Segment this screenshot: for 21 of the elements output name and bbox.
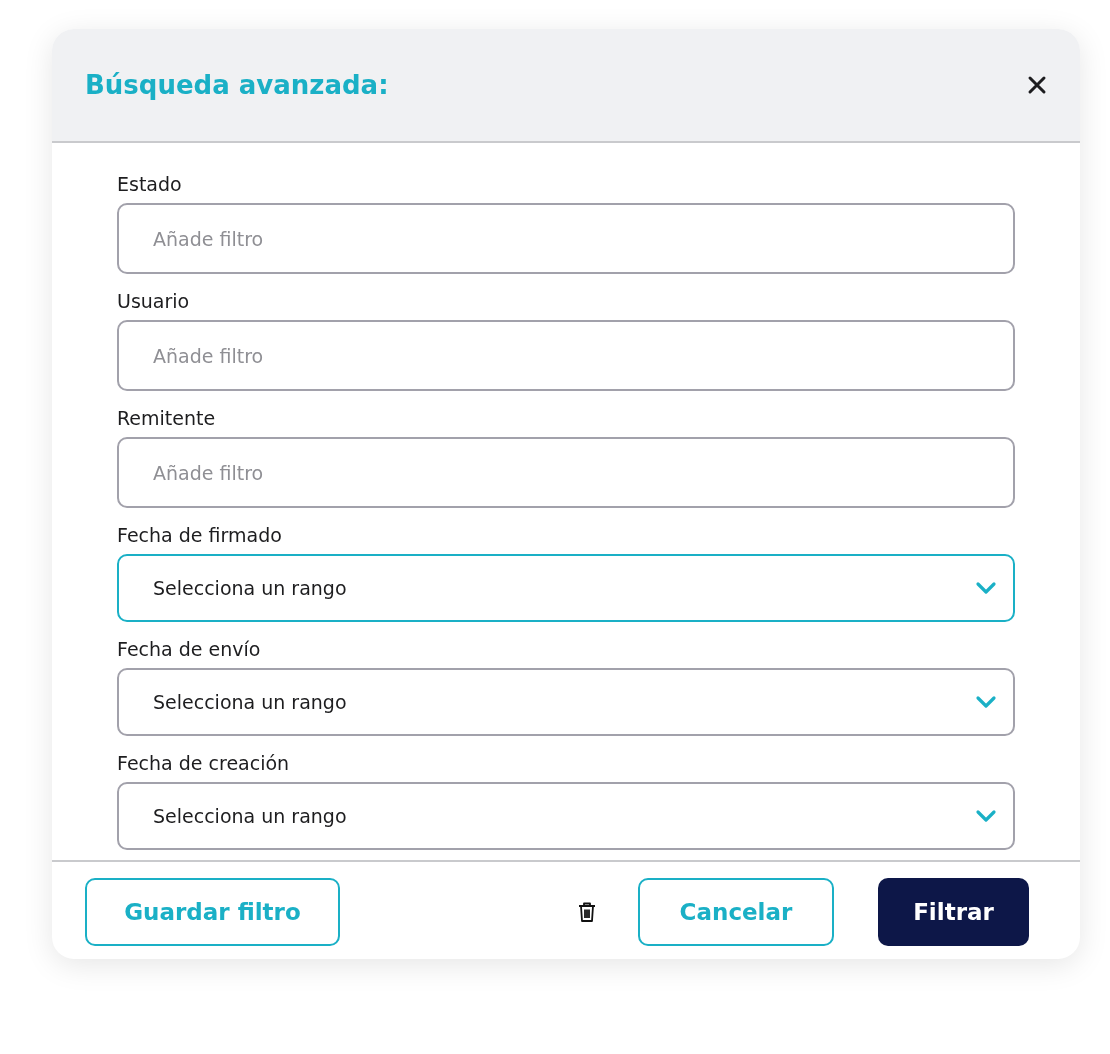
trash-icon xyxy=(577,901,597,923)
filter-input[interactable]: Añade filtro xyxy=(117,320,1015,391)
filter-input[interactable]: Añade filtro xyxy=(117,203,1015,274)
range-select[interactable]: Selecciona un rango xyxy=(117,782,1015,850)
delete-button[interactable] xyxy=(577,901,597,923)
range-select[interactable]: Selecciona un rango xyxy=(117,668,1015,736)
chevron-down-icon xyxy=(975,581,997,595)
close-button[interactable] xyxy=(1027,75,1047,95)
filter-button[interactable]: Filtrar xyxy=(878,878,1029,946)
chevron-down-icon xyxy=(975,809,997,823)
field-label: Usuario xyxy=(117,289,191,314)
close-icon xyxy=(1027,75,1047,95)
filter-input[interactable]: Añade filtro xyxy=(117,437,1015,508)
field-label: Estado xyxy=(117,172,183,197)
field-label: Fecha de envío xyxy=(117,637,262,662)
dialog-title: Búsqueda avanzada: xyxy=(85,70,389,100)
range-select[interactable]: Selecciona un rango xyxy=(117,554,1015,622)
field-label: Fecha de firmado xyxy=(117,523,283,548)
field-label: Remitente xyxy=(117,406,217,431)
chevron-down-icon xyxy=(975,695,997,709)
field-label: Fecha de creación xyxy=(117,751,291,776)
